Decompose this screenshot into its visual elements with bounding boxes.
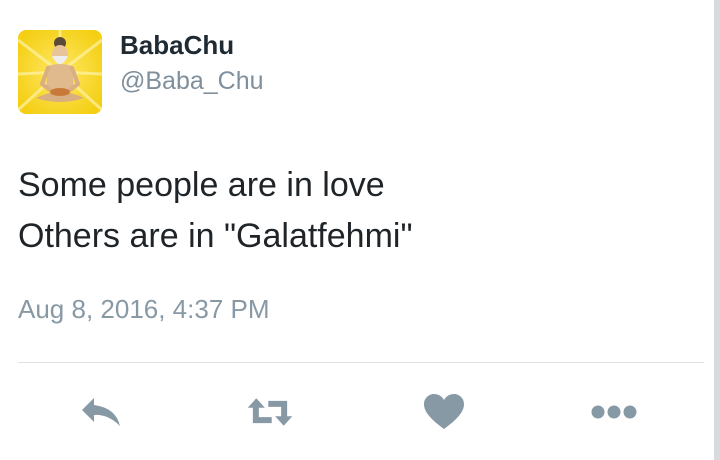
user-handle[interactable]: @Baba_Chu (120, 67, 264, 96)
heart-icon (424, 394, 464, 429)
tweet-timestamp: Aug 8, 2016, 4:37 PM (18, 294, 270, 324)
retweet-button[interactable] (246, 390, 294, 434)
scrollbar[interactable] (714, 0, 720, 460)
tweet-detail: BabaChu @Baba_Chu Some people are in lov… (0, 0, 720, 460)
meditating-sage-icon (18, 30, 102, 114)
reply-button[interactable] (78, 390, 126, 434)
retweet-icon (247, 398, 293, 426)
like-button[interactable] (420, 390, 468, 434)
divider (18, 362, 704, 363)
avatar[interactable] (18, 30, 102, 114)
tweet-line: Others are in "Galatfehmi" (18, 217, 413, 255)
more-icon (591, 405, 637, 419)
more-button[interactable] (590, 390, 638, 434)
tweet-text: Some people are in love Others are in "G… (18, 160, 698, 262)
reply-icon (82, 398, 120, 426)
display-name[interactable]: BabaChu (120, 30, 234, 61)
tweet-line: Some people are in love (18, 166, 385, 204)
